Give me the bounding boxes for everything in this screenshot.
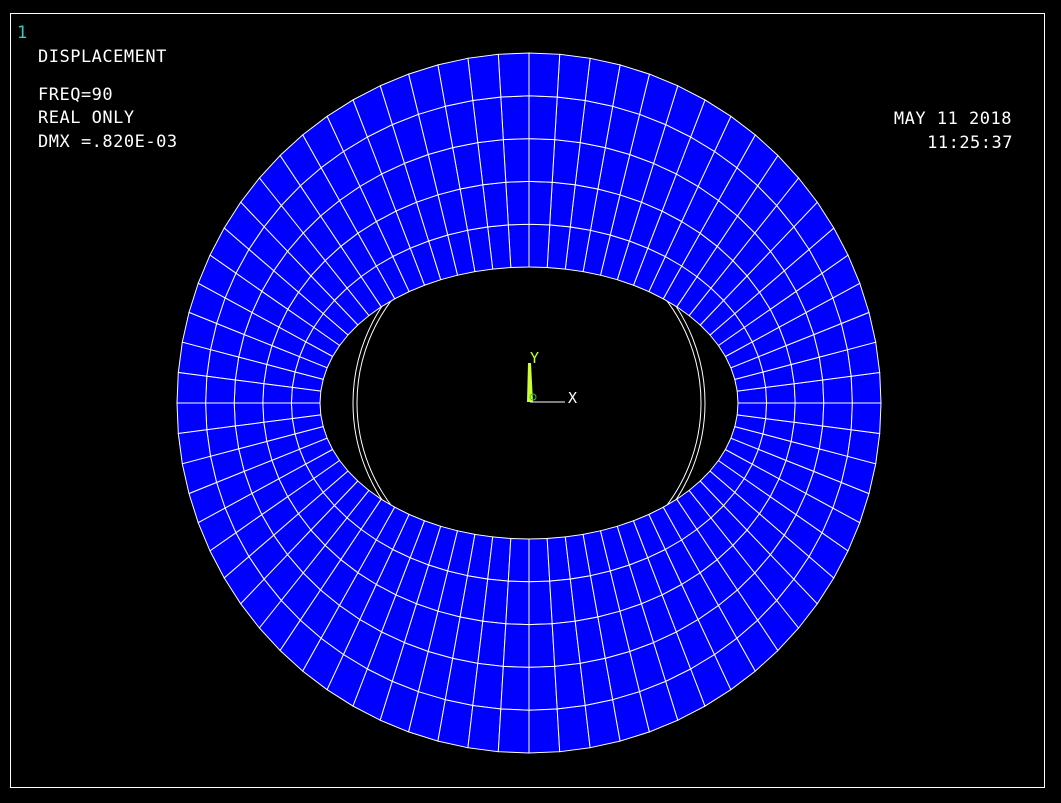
mesh-element (528, 52, 561, 98)
mesh-element (765, 402, 796, 423)
mesh-element (497, 708, 530, 754)
mesh-elements (176, 52, 882, 754)
mesh-element (528, 138, 556, 183)
mesh-element (505, 180, 530, 226)
mesh-element (477, 620, 507, 667)
mesh-element (822, 402, 853, 431)
mesh-element (205, 402, 236, 431)
mesh-element (528, 537, 551, 583)
mesh-element (822, 375, 853, 404)
mesh-element (528, 623, 556, 668)
mesh-element (176, 402, 208, 435)
mesh-element (472, 662, 504, 710)
mesh-element (262, 383, 293, 404)
mesh-element (467, 53, 502, 102)
coordinate-triad-icon: Y X (527, 349, 577, 407)
graphics-window[interactable]: 1 DISPLACEMENT FREQ=90 REAL ONLY DMX =.8… (0, 0, 1061, 803)
mesh-element (793, 402, 825, 427)
mesh-element (502, 138, 530, 183)
triad-y-label: Y (530, 349, 539, 367)
mesh-element (551, 139, 581, 186)
mesh-element (176, 371, 208, 404)
mesh-element (507, 223, 530, 269)
mesh-element (528, 180, 553, 226)
mesh-element (500, 665, 530, 711)
deformed-mesh-plot: Y X (176, 52, 882, 754)
mesh-element (556, 704, 591, 753)
mesh-element (850, 371, 882, 404)
mesh-element (549, 181, 576, 228)
mesh-element (497, 52, 530, 98)
mesh-element (556, 53, 591, 102)
mesh-element (528, 580, 553, 626)
mesh-element (505, 580, 530, 626)
mesh-element (205, 375, 236, 404)
mesh-element (554, 96, 586, 144)
mesh-element (502, 623, 530, 668)
mesh-element (500, 95, 530, 141)
mesh-element (507, 537, 530, 583)
mesh-element (528, 665, 558, 711)
mesh-element (528, 95, 558, 141)
mesh-element (528, 223, 551, 269)
mesh-element (528, 708, 561, 754)
mesh-element (482, 578, 509, 625)
mesh-element (850, 402, 882, 435)
mesh-element (233, 379, 265, 404)
mesh-element (467, 704, 502, 753)
triad-x-label: X (568, 389, 577, 407)
